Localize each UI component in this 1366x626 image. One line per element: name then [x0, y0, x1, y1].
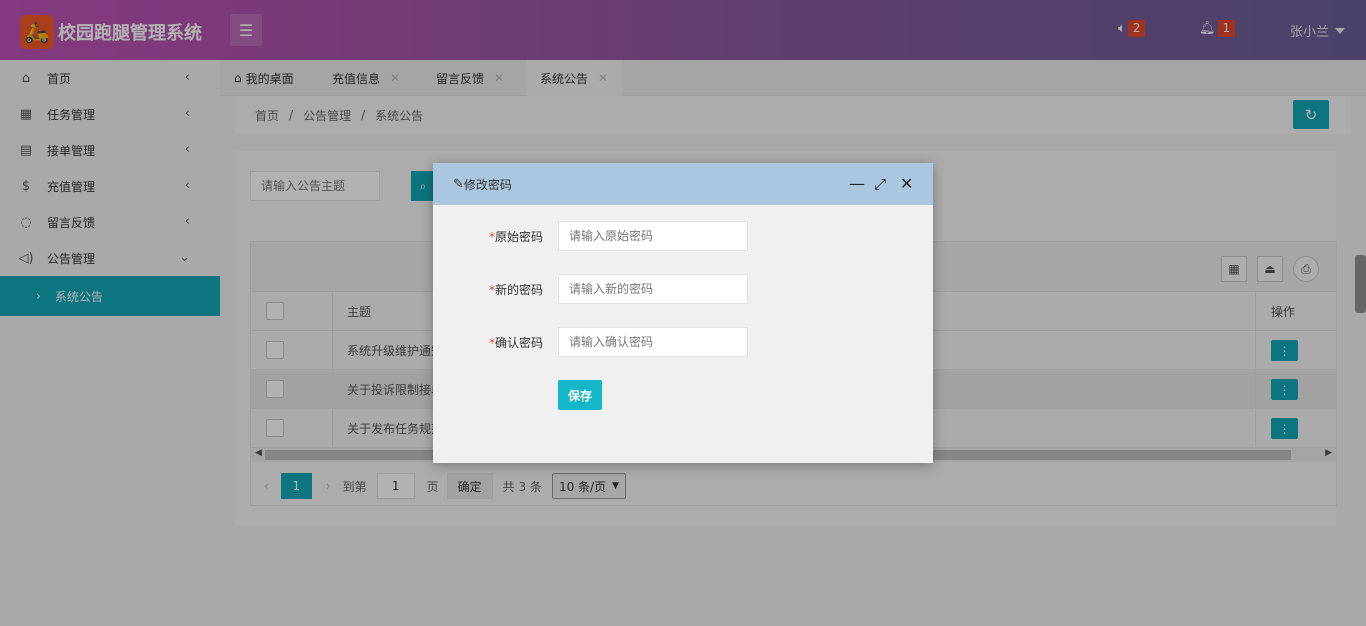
minimize-icon[interactable]: — — [849, 175, 865, 193]
save-button[interactable]: 保存 — [558, 380, 602, 410]
field-label: 新的密码 — [494, 283, 543, 297]
form-row-old-password: *原始密码 请输入原始密码 — [433, 221, 933, 251]
new-password-input[interactable]: 请输入新的密码 — [558, 274, 748, 304]
confirm-password-input[interactable]: 请输入确认密码 — [558, 327, 748, 357]
maximize-icon[interactable]: ⤢ — [874, 175, 886, 193]
confirm-password-label: *确认密码 — [489, 334, 543, 351]
new-password-label: *新的密码 — [489, 281, 543, 298]
form-row-confirm-password: *确认密码 请输入确认密码 — [433, 327, 933, 357]
close-icon[interactable]: ✕ — [900, 175, 913, 193]
old-password-label: *原始密码 — [489, 228, 543, 245]
field-label: 确认密码 — [494, 336, 543, 350]
dialog-title: 修改密码 — [463, 177, 512, 192]
page-scrollbar[interactable] — [1355, 255, 1366, 313]
dialog-header[interactable]: ✎ 修改密码 — ⤢ ✕ — [433, 163, 933, 205]
field-label: 原始密码 — [494, 230, 543, 244]
old-password-input[interactable]: 请输入原始密码 — [558, 221, 748, 251]
edit-icon: ✎ — [453, 176, 464, 192]
change-password-dialog: ✎ 修改密码 — ⤢ ✕ *原始密码 请输入原始密码 *新的密码 请输入新的密码… — [433, 163, 933, 463]
form-row-new-password: *新的密码 请输入新的密码 — [433, 274, 933, 304]
